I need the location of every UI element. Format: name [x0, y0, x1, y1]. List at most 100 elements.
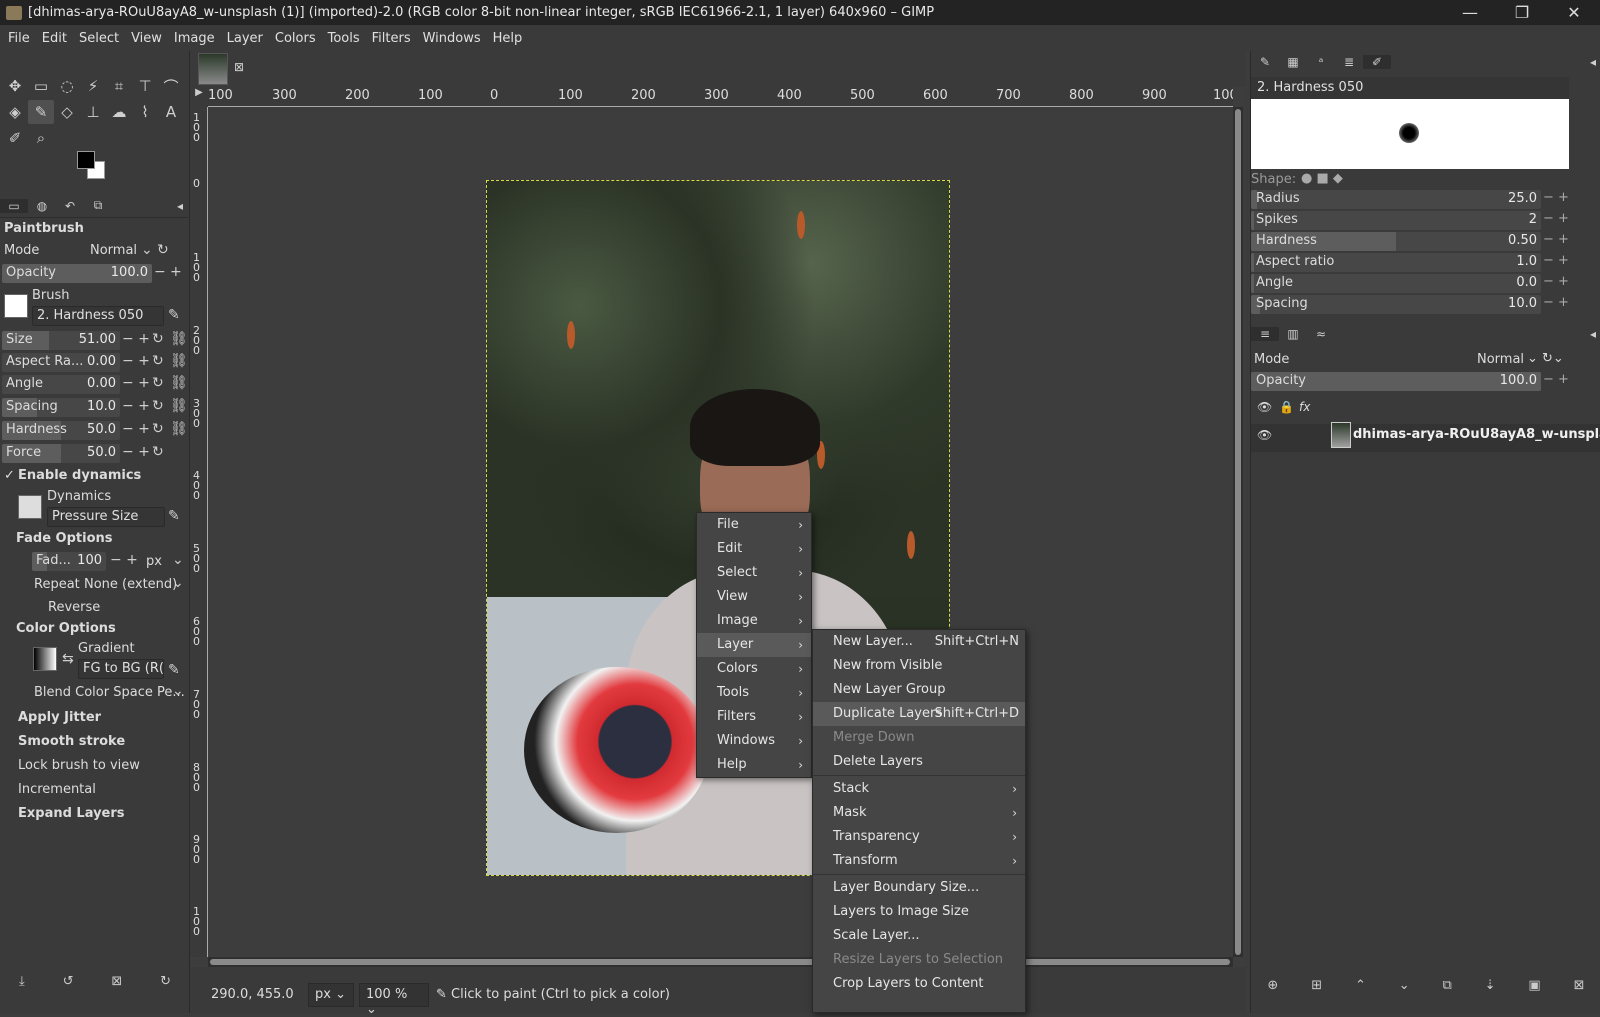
crop-tool-icon[interactable]: ⌗ — [106, 74, 132, 98]
undo-history-tab-icon[interactable]: ↶ — [56, 199, 84, 213]
smudge-tool-icon[interactable]: ☁ — [106, 100, 132, 124]
hardness-reset-icon[interactable]: ↻ — [152, 421, 164, 437]
fg-bg-colors[interactable] — [77, 151, 109, 183]
spikes-slider[interactable]: Spikes 2 — [1251, 211, 1541, 230]
menu-edit[interactable]: Edit — [36, 31, 73, 46]
ctx-layer[interactable]: Layer › — [697, 633, 811, 657]
blend-space-dropdown-icon[interactable]: ⌄ — [172, 683, 184, 699]
image-tab-thumbnail[interactable] — [198, 53, 228, 85]
ctx-file[interactable]: File › — [697, 513, 811, 537]
eraser-tool-icon[interactable]: ◇ — [54, 100, 80, 124]
quick-mask-toggle-icon[interactable]: ▶ — [190, 87, 208, 107]
spacing-reset-icon[interactable]: ↻ — [152, 398, 164, 414]
hardness-minus-icon[interactable]: − + — [122, 421, 150, 437]
angle-minus-icon[interactable]: − + — [122, 375, 150, 391]
gradient-reverse-icon[interactable]: ⇆ — [62, 651, 74, 667]
ctx-help[interactable]: Help › — [697, 753, 811, 777]
apply-jitter-checkbox[interactable]: Apply Jitter — [4, 710, 101, 725]
bucket-fill-tool-icon[interactable]: ◈ — [2, 100, 28, 124]
channels-tab-icon[interactable]: ▥ — [1279, 327, 1307, 341]
menu-tools[interactable]: Tools — [322, 31, 366, 46]
angle-reset-icon[interactable]: ↻ — [152, 375, 164, 391]
radius-slider[interactable]: Radius 25.0 — [1251, 190, 1541, 209]
fade-options-label[interactable]: Fade Options — [16, 531, 113, 546]
force-slider[interactable]: Force 50.0 — [2, 444, 120, 463]
delete-layers-item[interactable]: Delete Layers — [813, 750, 1025, 774]
menu-windows[interactable]: Windows — [417, 31, 487, 46]
repeat-dropdown-icon[interactable]: ⌄ — [172, 575, 184, 591]
size-link-icon[interactable]: ⛓ — [170, 331, 188, 347]
zoom-tool-icon[interactable]: ⌕ — [28, 126, 54, 150]
delete-layer-icon[interactable]: ⊠ — [1574, 978, 1585, 993]
fuzzy-select-tool-icon[interactable]: ⚡ — [80, 74, 106, 98]
new-layer-group-icon[interactable]: ⊞ — [1311, 978, 1322, 993]
paintbrush-tool-icon[interactable]: ✎ — [28, 100, 54, 124]
angle-slider[interactable]: Angle 0.00 — [2, 375, 120, 394]
layers-tab-icon[interactable]: ≡ — [1251, 327, 1279, 341]
dock-menu-icon[interactable]: ◂ — [1585, 55, 1600, 69]
color-options-label[interactable]: Color Options — [16, 621, 116, 636]
new-from-visible-item[interactable]: New from Visible — [813, 654, 1025, 678]
blend-space-select[interactable]: Blend Color Space Pe... — [34, 685, 185, 700]
ctx-windows[interactable]: Windows › — [697, 729, 811, 753]
menu-view[interactable]: View — [125, 31, 168, 46]
menu-colors[interactable]: Colors — [269, 31, 322, 46]
warp-transform-tool-icon[interactable]: ⌒ — [158, 74, 184, 98]
brush-edit-icon[interactable]: ✎ — [168, 307, 180, 323]
lock-brush-checkbox[interactable]: Lock brush to view — [4, 758, 140, 773]
smooth-stroke-checkbox[interactable]: Smooth stroke — [4, 734, 125, 749]
minimize-button[interactable]: — — [1444, 0, 1496, 25]
fade-unit-dropdown-icon[interactable]: ⌄ — [172, 552, 184, 568]
dynamics-preview-icon[interactable] — [18, 495, 42, 519]
layers-opacity-stepper-icon[interactable]: − + — [1543, 372, 1569, 387]
device-status-tab-icon[interactable]: ◍ — [28, 199, 56, 213]
aspect-ratio-link-icon[interactable]: ⛓ — [170, 353, 188, 369]
mode-reset-icon[interactable]: ↻ — [157, 242, 169, 258]
save-options-icon[interactable]: ⤓ — [19, 974, 25, 989]
dynamics-edit-icon[interactable]: ✎ — [168, 508, 180, 524]
horizontal-scrollbar[interactable] — [208, 957, 1233, 967]
mode-select[interactable]: Normal — [90, 243, 137, 258]
color-picker-tool-icon[interactable]: ✐ — [2, 126, 28, 150]
menu-layer[interactable]: Layer — [221, 31, 269, 46]
clone-tool-icon[interactable]: ⊥ — [80, 100, 106, 124]
size-slider[interactable]: Size 51.00 — [2, 331, 120, 350]
reset-options-icon[interactable]: ↻ — [160, 974, 171, 989]
fonts-tab-icon[interactable]: ᵃ — [1307, 55, 1335, 69]
paths-tab-icon[interactable]: ≈ — [1307, 327, 1335, 341]
aspect-ratio-slider[interactable]: Aspect Ra... 0.00 — [2, 353, 120, 372]
gradient-edit-icon[interactable]: ✎ — [168, 662, 180, 678]
incremental-checkbox[interactable]: Incremental — [4, 782, 96, 797]
text-tool-icon[interactable]: A — [158, 100, 184, 124]
tab-menu-icon[interactable]: ◂ — [172, 199, 188, 213]
ctx-filters[interactable]: Filters › — [697, 705, 811, 729]
document-history-tab-icon[interactable]: ≣ — [1335, 55, 1363, 69]
menu-filters[interactable]: Filters — [366, 31, 417, 46]
layers-mode-select[interactable]: Normal — [1477, 352, 1524, 367]
ctx-edit[interactable]: Edit › — [697, 537, 811, 561]
aspect-ratio-reset-icon[interactable]: ↻ — [152, 353, 164, 369]
vertical-scrollbar[interactable] — [1233, 107, 1243, 957]
hardness-slider[interactable]: Hardness 50.0 — [2, 421, 120, 440]
new-layer-item[interactable]: New Layer... Shift+Ctrl+N — [813, 630, 1025, 654]
transform-item[interactable]: Transform › — [813, 849, 1025, 873]
horizontal-ruler[interactable]: 100 300 200 100 0 100 200 300 400 500 60… — [208, 87, 1233, 107]
brush-editor-name[interactable]: 2. Hardness 050 — [1251, 77, 1569, 99]
vertical-ruler[interactable]: 100 0 100 200 300 400 500 600 700 800 90… — [190, 107, 208, 957]
opacity-slider[interactable]: Opacity 100.0 — [2, 264, 152, 283]
delete-options-icon[interactable]: ⊠ — [111, 974, 122, 989]
new-layer-group-item[interactable]: New Layer Group — [813, 678, 1025, 702]
force-reset-icon[interactable]: ↻ — [152, 444, 164, 460]
transparency-item[interactable]: Transparency › — [813, 825, 1025, 849]
image-tab-close-icon[interactable]: ⊠ — [234, 60, 244, 74]
new-layer-icon[interactable]: ⊕ — [1267, 978, 1278, 993]
scale-layer-item[interactable]: Scale Layer... — [813, 924, 1025, 948]
enable-dynamics-checkbox[interactable]: ✓ Enable dynamics — [4, 468, 141, 483]
mask-layer-icon[interactable]: ▣ — [1528, 978, 1540, 993]
brush-preview-icon[interactable] — [4, 294, 28, 318]
lasso-tool-icon[interactable]: ◌ — [54, 74, 80, 98]
rect-select-tool-icon[interactable]: ▭ — [28, 74, 54, 98]
images-tab-icon[interactable]: ⧉ — [84, 198, 112, 213]
tool-options-tab-icon[interactable]: ▭ — [0, 198, 28, 213]
mode-dropdown-icon[interactable]: ⌄ — [141, 242, 153, 258]
